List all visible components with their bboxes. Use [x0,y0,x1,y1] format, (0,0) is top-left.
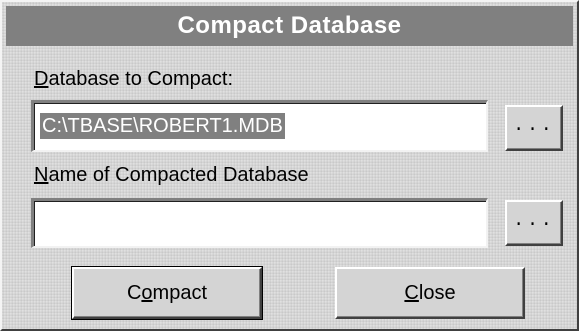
compact-label-post: mpact [152,281,208,304]
source-database-value: C:\TBASE\ROBERT1.MDB [40,113,285,139]
target-label-mnemonic: N [34,164,49,186]
source-browse-button[interactable]: ... [505,105,563,151]
compact-label-pre: C [126,281,142,304]
compacted-database-input[interactable] [31,198,488,248]
close-label-post: lose [418,281,456,304]
target-browse-label: ... [513,211,555,231]
source-database-input[interactable]: C:\TBASE\ROBERT1.MDB [31,100,488,152]
source-browse-label: ... [513,116,555,136]
compact-button[interactable]: Co mpact [71,266,263,320]
source-label-text: atabase to Compact: [48,68,234,90]
compact-label-mnemonic: o [141,281,153,304]
close-button[interactable]: Close [335,267,525,319]
source-database-label: Database to Compact: [34,68,233,91]
compact-database-dialog: Compact Database Database to Compact: C:… [0,0,579,331]
target-label-text: ame of Compacted Database [48,164,309,186]
compacted-database-label: Name of Compacted Database [34,164,309,187]
close-label-mnemonic: C [404,281,419,304]
source-label-mnemonic: D [34,68,49,90]
target-browse-button[interactable]: ... [505,200,563,246]
dialog-title: Compact Database [177,12,402,39]
title-bar[interactable]: Compact Database [6,6,573,46]
